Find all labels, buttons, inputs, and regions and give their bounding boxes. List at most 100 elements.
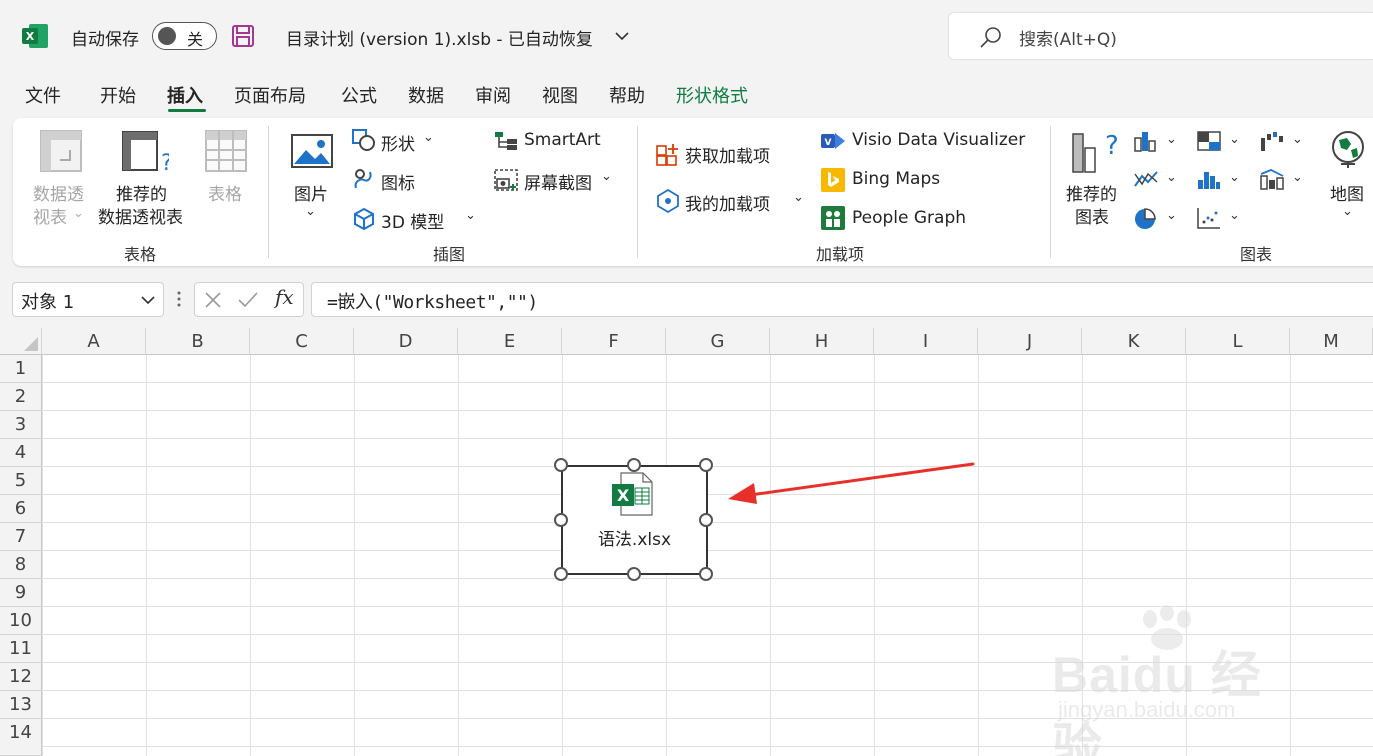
- row-header-6[interactable]: 6: [0, 495, 42, 523]
- recommended-pivot-label-2[interactable]: 数据透视表: [98, 203, 183, 228]
- column-header-h[interactable]: H: [770, 328, 874, 355]
- table-label[interactable]: 表格: [208, 180, 242, 205]
- recommended-pivot-label-1[interactable]: 推荐的: [116, 180, 167, 205]
- bing-maps-label[interactable]: Bing Maps: [852, 169, 940, 189]
- chevron-down-icon[interactable]: ⌄: [1166, 208, 1177, 223]
- select-all-triangle: [24, 337, 38, 351]
- resize-handle-top-left[interactable]: [554, 458, 568, 472]
- formula-input[interactable]: =嵌入("Worksheet",""): [311, 282, 1373, 317]
- pictures-label[interactable]: 图片: [294, 180, 328, 205]
- chevron-down-icon[interactable]: ⌄: [1292, 132, 1303, 147]
- row-header-1[interactable]: 1: [0, 355, 42, 383]
- resize-handle-bottom-left[interactable]: [554, 567, 568, 581]
- chevron-down-icon[interactable]: [614, 28, 630, 44]
- save-icon[interactable]: [231, 24, 255, 48]
- column-header-m[interactable]: M: [1290, 328, 1373, 355]
- resize-handle-bottom[interactable]: [627, 567, 641, 581]
- 3d-model-icon: [354, 207, 374, 231]
- tab-insert[interactable]: 插入: [167, 82, 203, 108]
- icons-label[interactable]: 图标: [381, 169, 415, 194]
- column-header-g[interactable]: G: [666, 328, 770, 355]
- my-addins-label[interactable]: 我的加载项: [685, 190, 770, 215]
- chevron-down-icon[interactable]: ⌄: [1229, 208, 1240, 223]
- pivot-table-label-2[interactable]: 视表: [33, 203, 67, 228]
- column-header-c[interactable]: C: [250, 328, 354, 355]
- 3d-models-label[interactable]: 3D 模型: [381, 208, 444, 233]
- tab-shape-format[interactable]: 形状格式: [676, 82, 748, 108]
- line-chart-icon: [1134, 171, 1158, 187]
- tab-review[interactable]: 审阅: [475, 82, 511, 108]
- svg-text:V: V: [825, 138, 832, 148]
- row-header-10[interactable]: 10: [0, 607, 42, 635]
- column-header-a[interactable]: A: [42, 328, 146, 355]
- tab-page-layout[interactable]: 页面布局: [234, 82, 306, 108]
- row-header-11[interactable]: 11: [0, 635, 42, 663]
- tab-view[interactable]: 视图: [542, 82, 578, 108]
- enter-check-icon[interactable]: [237, 290, 259, 310]
- pivot-table-label-1[interactable]: 数据透: [33, 180, 84, 205]
- row-header-12[interactable]: 12: [0, 663, 42, 691]
- screenshot-label[interactable]: 屏幕截图: [524, 169, 592, 194]
- embedded-object[interactable]: X 语法.xlsx: [561, 465, 708, 575]
- row-header-9[interactable]: 9: [0, 579, 42, 607]
- tab-help[interactable]: 帮助: [609, 82, 645, 108]
- row-header-3[interactable]: 3: [0, 411, 42, 439]
- chevron-down-icon[interactable]: ⌄: [73, 206, 84, 221]
- select-all-button[interactable]: [0, 328, 42, 355]
- row-header-8[interactable]: 8: [0, 551, 42, 579]
- tab-formulas[interactable]: 公式: [341, 82, 377, 108]
- search-box[interactable]: 搜索(Alt+Q): [948, 12, 1373, 60]
- row-header-7[interactable]: 7: [0, 523, 42, 551]
- resize-handle-top-right[interactable]: [699, 458, 713, 472]
- chevron-down-icon[interactable]: [141, 293, 155, 307]
- column-header-d[interactable]: D: [354, 328, 458, 355]
- chevron-down-icon[interactable]: ⌄: [1229, 170, 1240, 185]
- group-label-charts: 图表: [1240, 245, 1273, 264]
- ribbon: 数据透 视表 ⌄ ? 推荐的 数据透视表 表格 表格 图片 ⌄ 形状 ⌄ 图标: [13, 118, 1373, 266]
- chevron-down-icon[interactable]: ⌄: [423, 130, 434, 145]
- chevron-down-icon[interactable]: ⌄: [1166, 170, 1177, 185]
- column-header-b[interactable]: B: [146, 328, 250, 355]
- map-label[interactable]: 地图: [1330, 180, 1364, 205]
- insert-function-button[interactable]: fx: [275, 285, 294, 309]
- recommended-charts-label-1[interactable]: 推荐的: [1066, 180, 1117, 205]
- visio-label[interactable]: Visio Data Visualizer: [852, 130, 1025, 150]
- column-header-j[interactable]: J: [978, 328, 1082, 355]
- chevron-down-icon[interactable]: ⌄: [1342, 204, 1353, 219]
- resize-handle-left[interactable]: [554, 513, 568, 527]
- column-header-l[interactable]: L: [1186, 328, 1290, 355]
- smartart-label[interactable]: SmartArt: [524, 130, 601, 150]
- row-header-14[interactable]: 14: [0, 719, 42, 756]
- tab-home[interactable]: 开始: [100, 82, 136, 108]
- resize-handle-top[interactable]: [627, 458, 641, 472]
- column-header-i[interactable]: I: [874, 328, 978, 355]
- autosave-toggle[interactable]: 关: [152, 22, 217, 50]
- row-header-2[interactable]: 2: [0, 383, 42, 411]
- chevron-down-icon[interactable]: ⌄: [1292, 170, 1303, 185]
- column-header-k[interactable]: K: [1082, 328, 1186, 355]
- shapes-label[interactable]: 形状: [381, 130, 415, 155]
- picture-icon: [291, 134, 333, 168]
- more-options-icon[interactable]: [176, 289, 182, 309]
- document-title[interactable]: 目录计划 (version 1).xlsb - 已自动恢复: [286, 25, 593, 50]
- row-header-4[interactable]: 4: [0, 439, 42, 467]
- chevron-down-icon[interactable]: ⌄: [465, 208, 476, 223]
- column-header-e[interactable]: E: [458, 328, 562, 355]
- chevron-down-icon[interactable]: ⌄: [305, 204, 316, 219]
- tab-file[interactable]: 文件: [25, 82, 61, 108]
- tab-data[interactable]: 数据: [408, 82, 444, 108]
- chevron-down-icon[interactable]: ⌄: [793, 190, 804, 205]
- name-box[interactable]: 对象 1: [12, 282, 164, 317]
- recommended-charts-label-2[interactable]: 图表: [1075, 203, 1109, 228]
- resize-handle-bottom-right[interactable]: [699, 567, 713, 581]
- chevron-down-icon[interactable]: ⌄: [1229, 132, 1240, 147]
- chevron-down-icon[interactable]: ⌄: [601, 169, 612, 184]
- column-header-f[interactable]: F: [562, 328, 666, 355]
- cancel-icon[interactable]: [203, 290, 223, 310]
- row-header-5[interactable]: 5: [0, 467, 42, 495]
- people-graph-label[interactable]: People Graph: [852, 208, 966, 228]
- resize-handle-right[interactable]: [699, 513, 713, 527]
- chevron-down-icon[interactable]: ⌄: [1166, 132, 1177, 147]
- get-addins-label[interactable]: 获取加载项: [685, 142, 770, 167]
- row-header-13[interactable]: 13: [0, 691, 42, 719]
